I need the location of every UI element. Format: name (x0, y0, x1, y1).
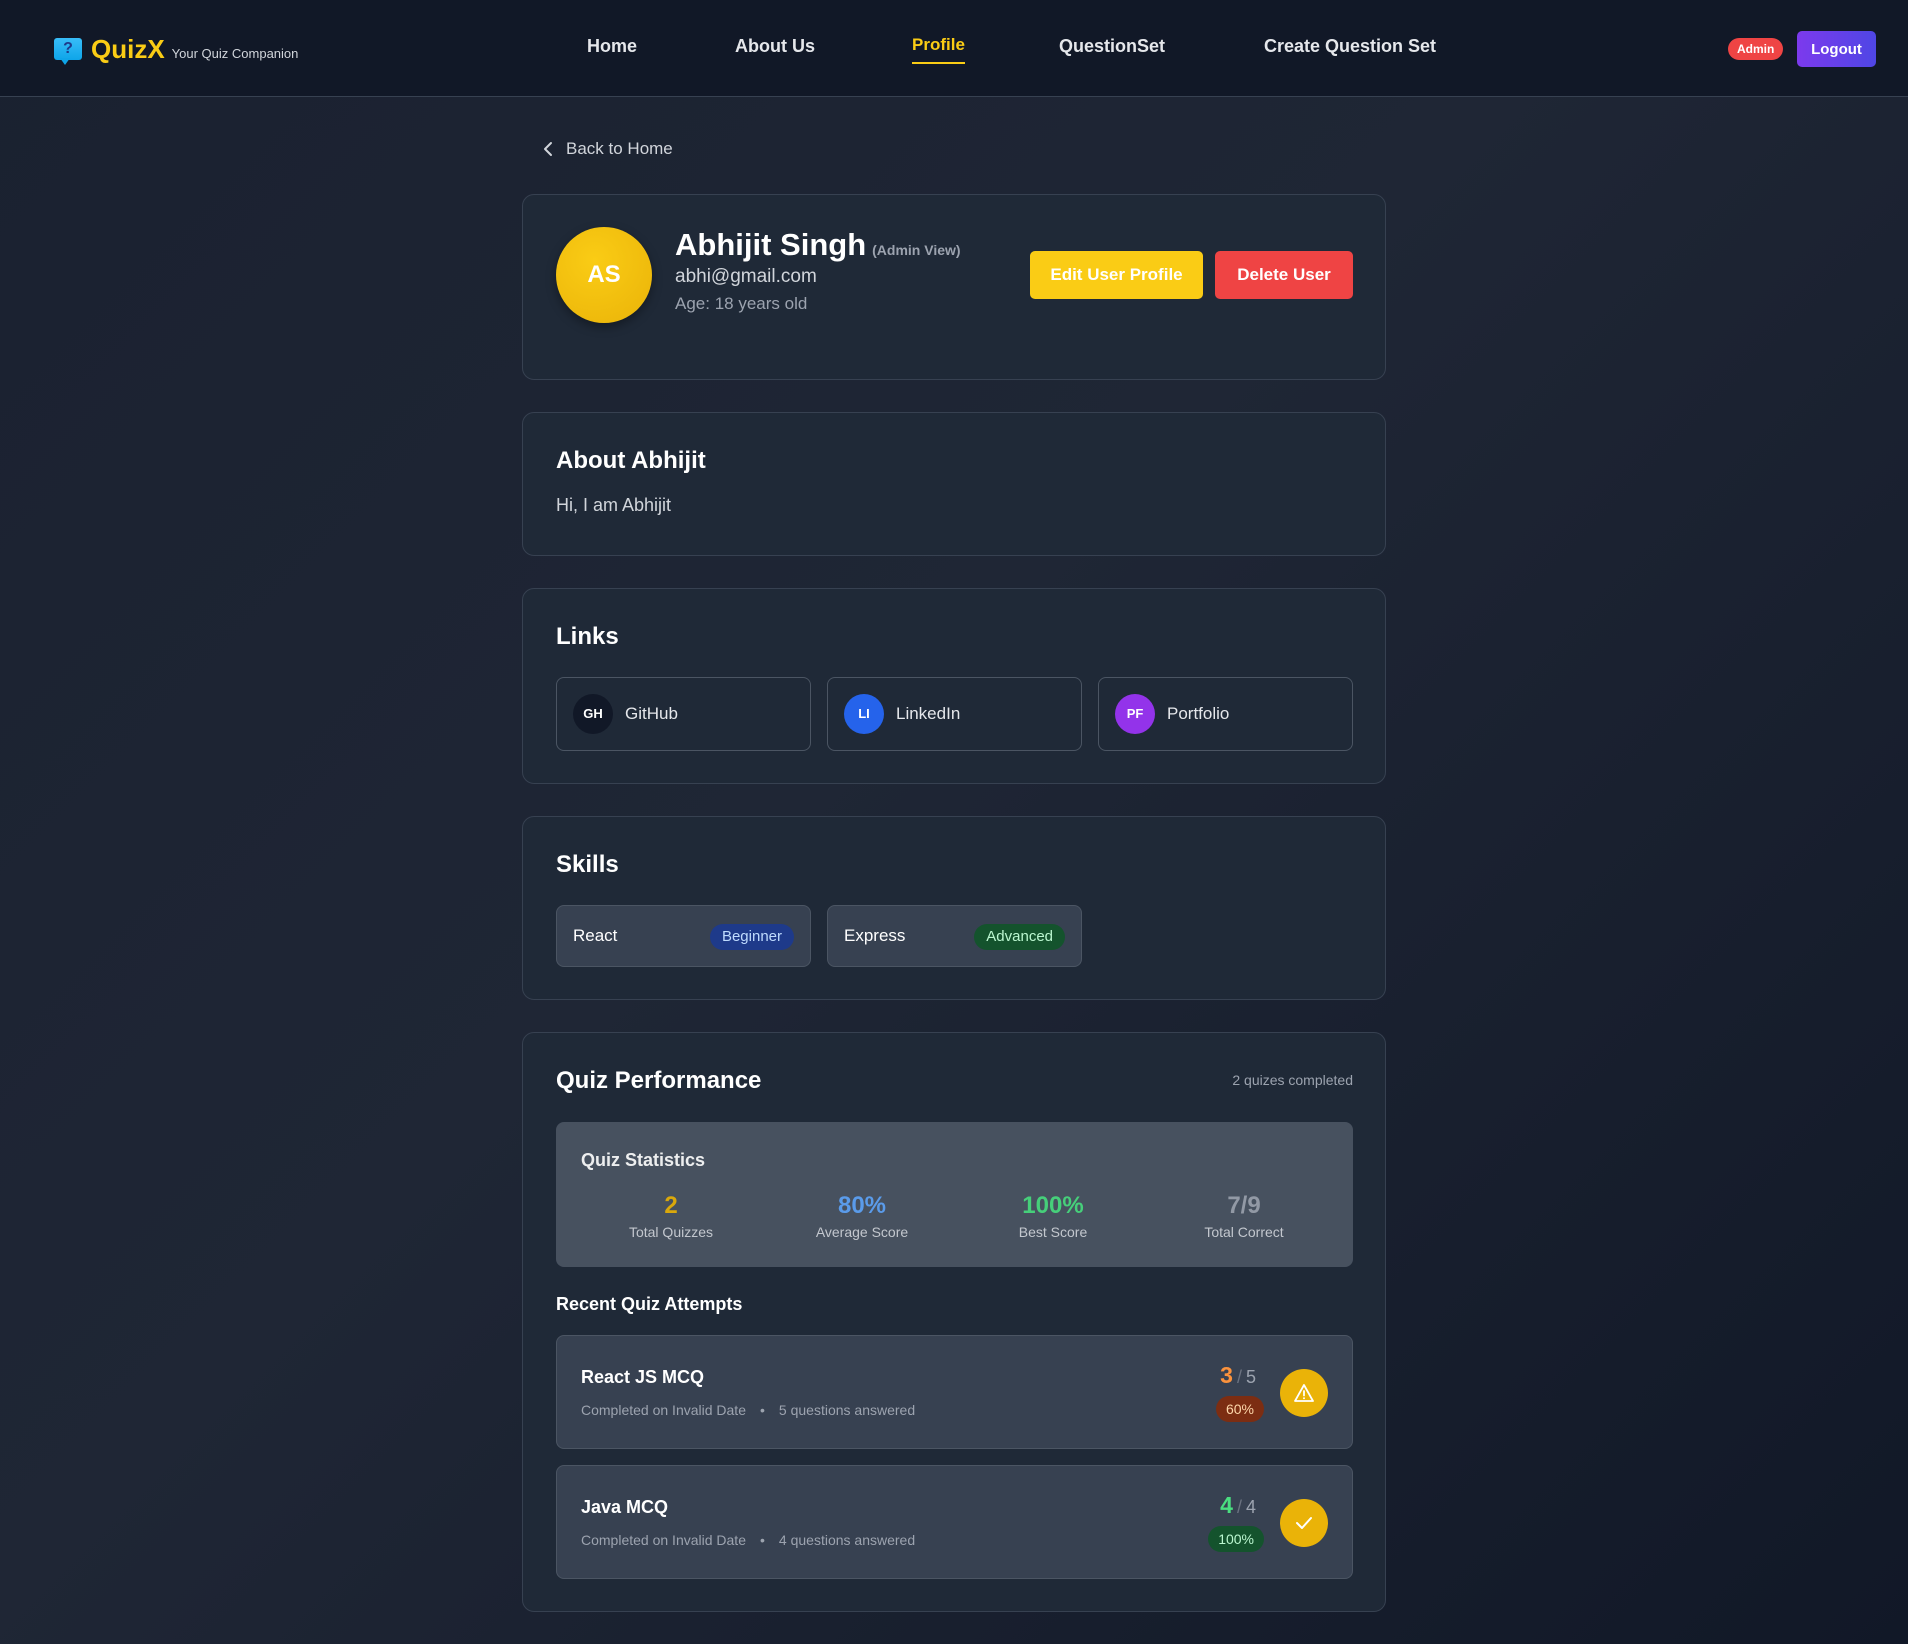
attempt-score: 4/4 (1220, 1492, 1256, 1519)
nav-home[interactable]: Home (587, 36, 637, 57)
about-card: About Abhijit Hi, I am Abhijit (522, 412, 1386, 556)
skills-title: Skills (556, 851, 619, 878)
nav-about-us[interactable]: About Us (735, 36, 815, 57)
score-correct: 3 (1220, 1362, 1233, 1388)
recent-attempts-title: Recent Quiz Attempts (556, 1294, 743, 1314)
quizzes-completed-count: 2 quizes completed (1232, 1072, 1353, 1088)
admin-view-note: (Admin View) (872, 242, 961, 258)
chevron-left-icon (544, 142, 552, 156)
profile-card: AS Abhijit Singh (Admin View) abhi@gmail.… (522, 194, 1386, 380)
stat-best-score: 100% Best Score (958, 1192, 1148, 1240)
stat-average-score: 80% Average Score (767, 1192, 957, 1240)
link-label: GitHub (625, 704, 678, 723)
attempt-score: 3/5 (1220, 1362, 1256, 1389)
score-total: 5 (1245, 1367, 1256, 1387)
attempt-meta: Completed on Invalid Date • 5 questions an… (581, 1402, 915, 1418)
attempt-answered: 4 questions answered (778, 1532, 916, 1548)
link-linkedin[interactable]: LI LinkedIn (827, 677, 1082, 751)
link-label: Portfolio (1167, 704, 1230, 723)
user-age: Age: 18 years old (675, 294, 808, 313)
stat-total-quizzes: 2 Total Quizzes (576, 1192, 766, 1240)
check-icon (1280, 1499, 1328, 1547)
back-link-label: Back to Home (566, 139, 673, 158)
attempt-percent-badge: 60% (1215, 1396, 1264, 1422)
attempt-meta: Completed on Invalid Date • 4 questions an… (581, 1532, 915, 1548)
skill-name: React (573, 926, 618, 945)
attempt-title: React JS MCQ (581, 1367, 705, 1387)
linkedin-icon: LI (844, 694, 884, 734)
stat-value: 2 (664, 1192, 678, 1219)
attempt-percent-badge: 100% (1208, 1526, 1264, 1552)
about-title: About Abhijit (556, 447, 706, 474)
navbar: ? QuizX Your Quiz Companion Home About U… (0, 0, 1908, 97)
stat-label: Total Quizzes (628, 1224, 714, 1240)
delete-user-button[interactable]: Delete User (1215, 251, 1353, 299)
role-badge: Admin (1728, 38, 1784, 60)
meta-separator: • (760, 1402, 765, 1418)
edit-user-profile-button[interactable]: Edit User Profile (1030, 251, 1203, 299)
skill-level-badge: Advanced (974, 924, 1065, 950)
warning-icon (1280, 1369, 1328, 1417)
nav-create-question-set[interactable]: Create Question Set (1264, 36, 1436, 57)
stat-label: Average Score (815, 1224, 909, 1240)
portfolio-icon: PF (1115, 694, 1155, 734)
about-text: Hi, I am Abhijit (556, 495, 672, 515)
stat-value: 7/9 (1227, 1192, 1261, 1219)
link-label: LinkedIn (896, 704, 961, 723)
links-card: Links GH GitHub LI LinkedIn PF Portfolio (522, 588, 1386, 784)
attempt-date: Completed on Invalid Date (581, 1402, 746, 1418)
attempt-title: Java MCQ (581, 1497, 669, 1517)
logout-button[interactable]: Logout (1797, 31, 1876, 67)
stat-total-correct: 7/9 Total Correct (1149, 1192, 1339, 1240)
avatar: AS (556, 227, 652, 323)
skills-card: Skills React Beginner Express Advanced (522, 816, 1386, 1000)
nav-questionset[interactable]: QuestionSet (1059, 36, 1165, 57)
attempt-answered: 5 questions answered (778, 1402, 916, 1418)
skill-item: Express Advanced (827, 905, 1082, 967)
attempt-date: Completed on Invalid Date (581, 1532, 746, 1548)
skill-name: Express (844, 926, 906, 945)
score-total: 4 (1245, 1497, 1256, 1517)
meta-separator: • (760, 1532, 765, 1548)
stat-label: Best Score (1018, 1224, 1088, 1240)
quiz-performance-card: Quiz Performance 2 quizes completed Quiz… (522, 1032, 1386, 1612)
quiz-performance-title: Quiz Performance (556, 1067, 762, 1094)
skill-item: React Beginner (556, 905, 811, 967)
main-nav: Home About Us Profile QuestionSet Create… (0, 35, 1908, 66)
quiz-attempt-item[interactable]: Java MCQ Completed on Invalid Date • 4 que… (556, 1465, 1353, 1579)
github-icon: GH (573, 694, 613, 734)
quiz-statistics-title: Quiz Statistics (581, 1150, 706, 1170)
quiz-statistics-panel: Quiz Statistics 2 Total Quizzes 80% Aver… (556, 1122, 1353, 1267)
score-correct: 4 (1220, 1492, 1233, 1518)
stat-label: Total Correct (1204, 1224, 1284, 1240)
score-separator: / (1236, 1497, 1242, 1517)
links-title: Links (556, 623, 619, 650)
user-email: abhi@gmail.com (675, 266, 817, 287)
link-github[interactable]: GH GitHub (556, 677, 811, 751)
user-name: Abhijit Singh (675, 227, 867, 262)
skill-level-badge: Beginner (709, 924, 794, 950)
back-to-home-link[interactable]: Back to Home (542, 139, 673, 159)
stat-value: 100% (1022, 1192, 1084, 1219)
link-portfolio[interactable]: PF Portfolio (1098, 677, 1353, 751)
quiz-attempt-item[interactable]: React JS MCQ Completed on Invalid Date • 5… (556, 1335, 1353, 1449)
nav-profile[interactable]: Profile (912, 35, 965, 64)
score-separator: / (1236, 1367, 1242, 1387)
stat-value: 80% (837, 1192, 887, 1219)
user-name-row: Abhijit Singh (Admin View) (675, 227, 961, 263)
